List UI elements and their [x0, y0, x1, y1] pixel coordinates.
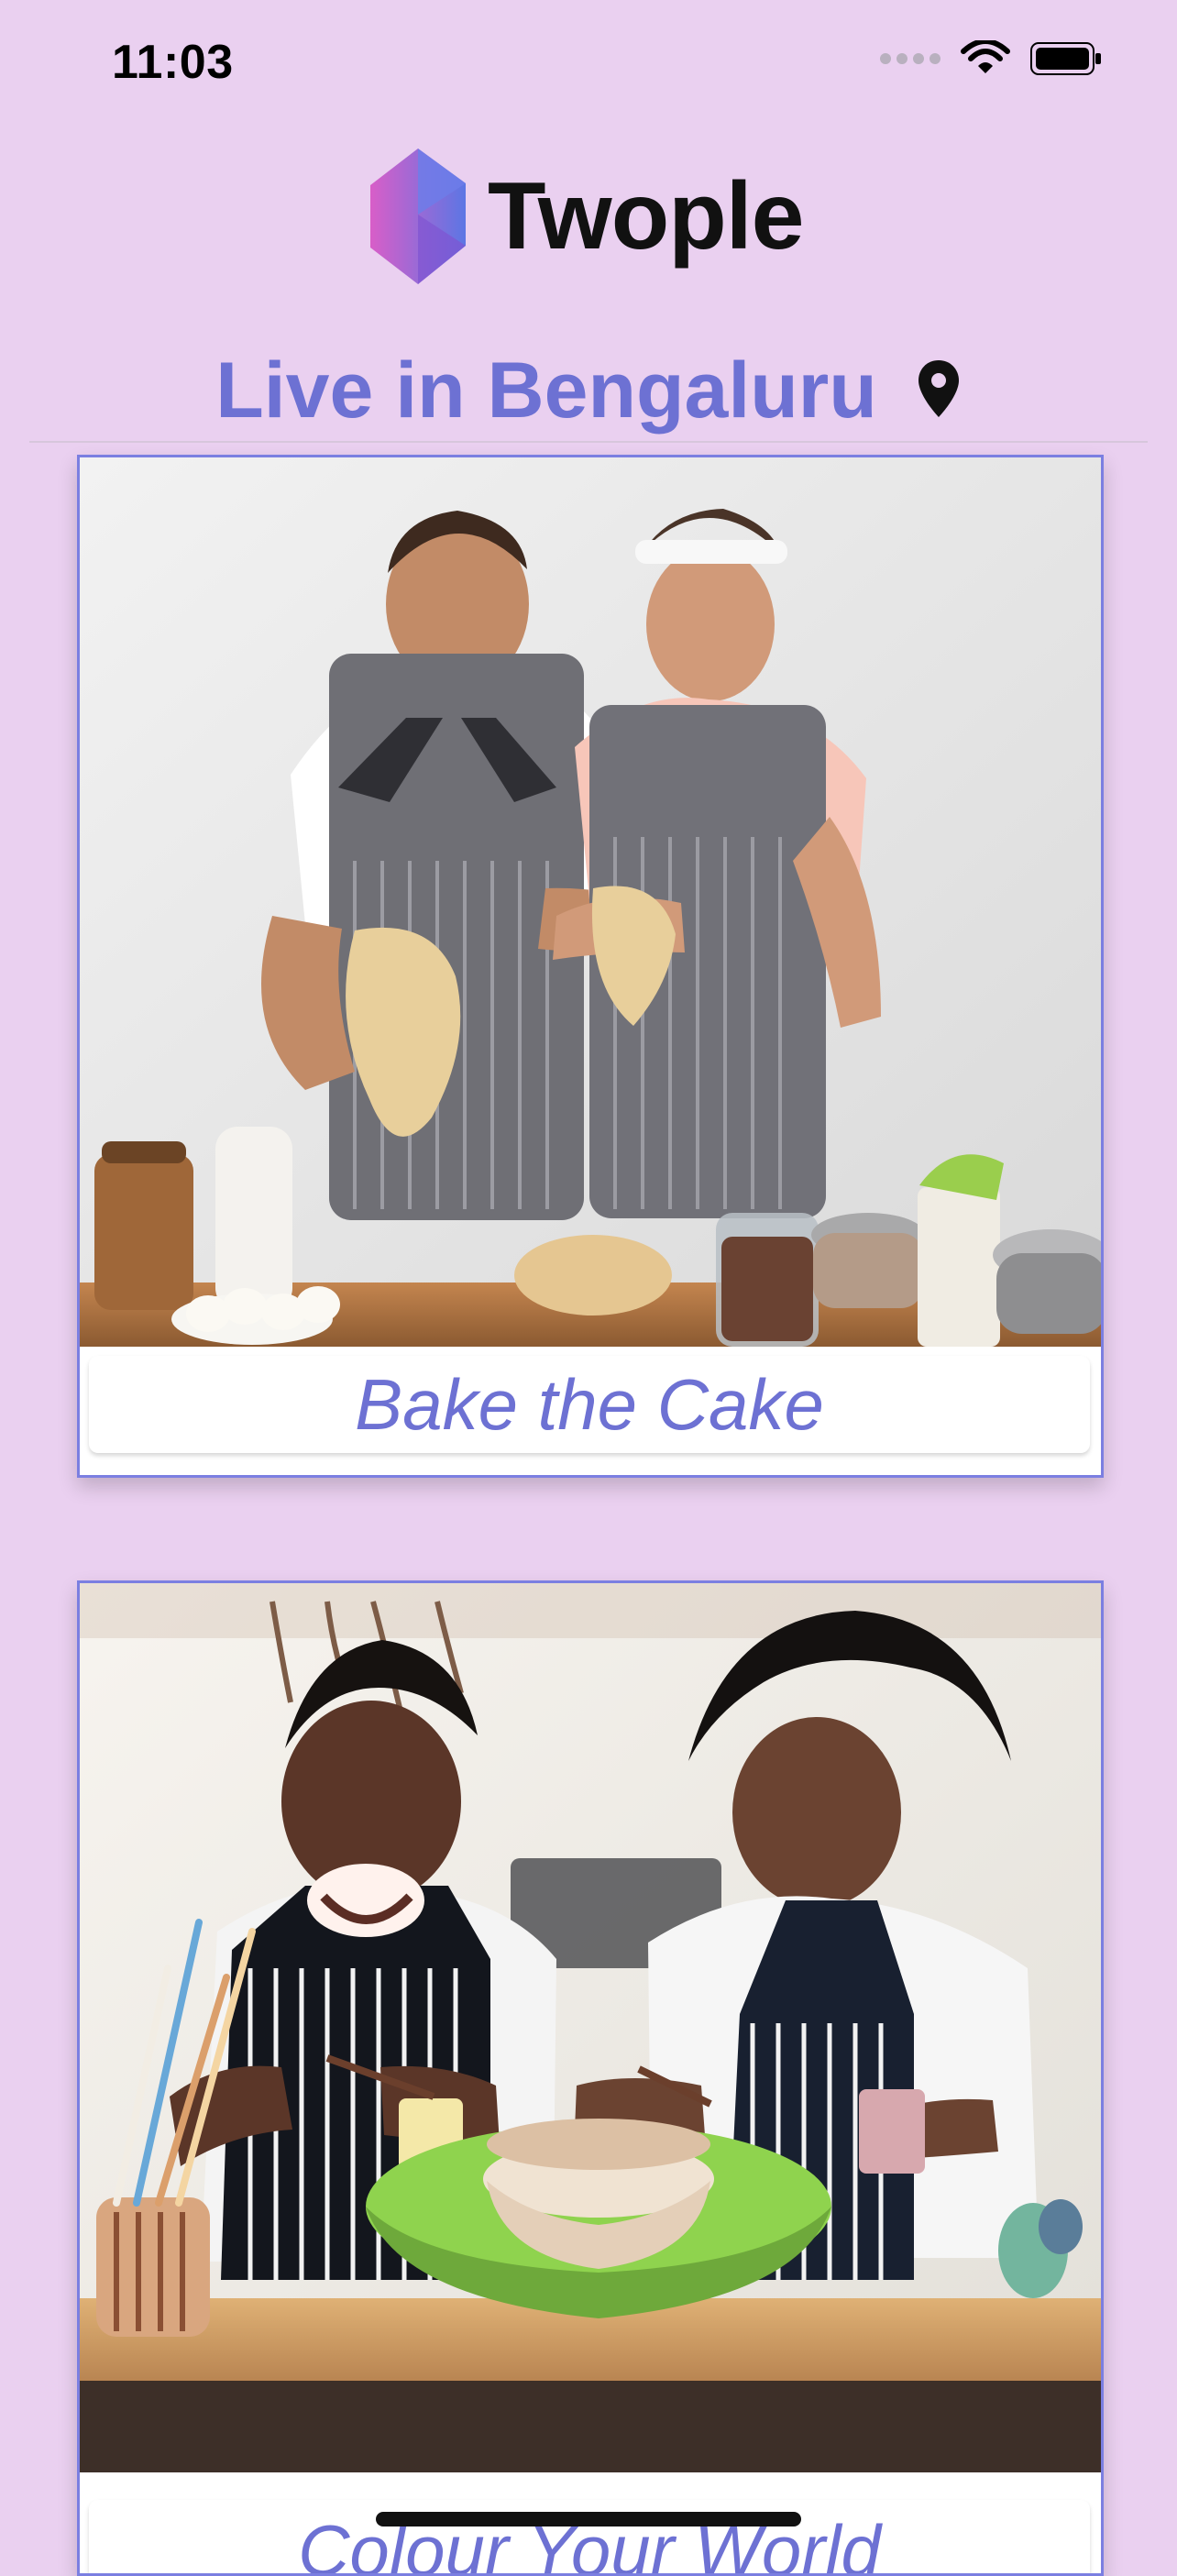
- wifi-icon: [961, 40, 1010, 73]
- home-indicator: [376, 2512, 801, 2526]
- app-header: Twople: [0, 138, 1177, 293]
- experience-photo: [80, 1583, 1101, 2472]
- experience-caption: Bake the Cake: [89, 1356, 1090, 1453]
- location-pin-icon[interactable]: [916, 358, 962, 419]
- signal-dots-icon: [880, 53, 940, 64]
- twople-logo: [370, 149, 466, 284]
- section-divider: [29, 441, 1148, 443]
- experience-title: Bake the Cake: [355, 1364, 824, 1445]
- status-bar: 11:03: [0, 0, 1177, 128]
- brand-name: Twople: [488, 163, 804, 270]
- location-title: Live in Bengaluru: [215, 347, 877, 435]
- status-icons: [880, 40, 1104, 77]
- experience-photo: [80, 457, 1101, 1347]
- brand-logo-row: Twople: [370, 145, 804, 288]
- experience-card[interactable]: Bake the Cake: [77, 455, 1104, 1478]
- experience-card[interactable]: Colour Your World: [77, 1580, 1104, 2576]
- battery-icon: [1030, 42, 1101, 75]
- status-time: 11:03: [112, 36, 234, 89]
- location-header: Live in Bengaluru: [0, 345, 1177, 436]
